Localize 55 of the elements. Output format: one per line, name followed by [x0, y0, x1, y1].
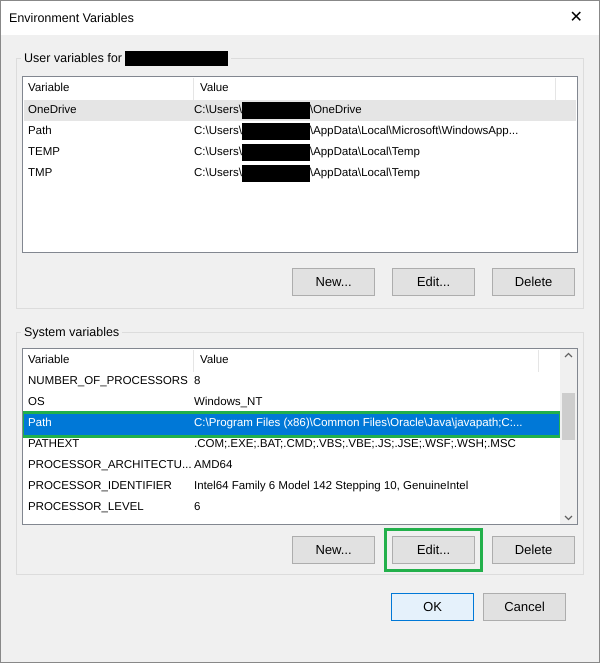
list-row[interactable]: PROCESSOR_LEVEL 6 — [24, 498, 559, 518]
variable-name: Path — [28, 124, 52, 137]
list-row[interactable]: TEMP C:\Users\ \AppData\Local\Temp — [24, 142, 576, 163]
variable-value: \AppData\Local\Temp — [310, 166, 420, 181]
variable-name: PATHEXT — [28, 438, 80, 450]
list-row[interactable]: NUMBER_OF_PROCESSORS 8 — [24, 372, 559, 392]
column-header[interactable]: Variable — [24, 350, 194, 372]
list-row[interactable]: Path C:\Users\ \AppData\Local\Microsoft\WindowsApp... — [24, 120, 576, 142]
dialog-button[interactable]: Delete — [492, 536, 575, 564]
variable-value: Intel64 Family 6 Model 142 Stepping 10, GenuineIntel — [194, 479, 468, 494]
list-row[interactable]: PATHEXT .COM;.EXE;.BAT;.CMD;.VBS;.VBE;.JS;.JSE;.WSF;.WSH;.MSC — [24, 434, 559, 456]
variable-value: C:\Users\ — [194, 166, 242, 181]
dialog-button[interactable]: Edit... — [392, 268, 475, 296]
variable-value: \OneDrive — [310, 102, 362, 118]
variable-name: PROCESSOR_ARCHITECTU... — [28, 459, 192, 472]
variable-value: 6 — [194, 500, 200, 516]
dialog-button[interactable]: OK — [391, 592, 474, 620]
variable-name: PROCESSOR_IDENTIFIER — [28, 480, 172, 492]
list-row[interactable]: OneDrive C:\Users\ \OneDrive — [24, 100, 576, 121]
window-title: Environment Variables — [9, 10, 134, 27]
scrollbar[interactable] — [560, 348, 577, 524]
variable-value: \AppData\Local\Microsoft\WindowsApp... — [310, 124, 518, 139]
variable-value: .COM;.EXE;.BAT;.CMD;.VBS;.VBE;.JS;.JSE;.WSF;.WSH;.MSC — [194, 437, 516, 452]
variable-name: NUMBER_OF_PROCESSORS — [28, 375, 188, 388]
variable-name: TMP — [28, 166, 52, 179]
variable-value: \AppData\Local\Temp — [310, 144, 420, 160]
list-row[interactable]: TMP C:\Users\ \AppData\Local\Temp — [24, 162, 576, 184]
dialog-button[interactable]: Delete — [492, 268, 575, 296]
variable-name: Path — [28, 417, 52, 430]
variable-value: AMD64 — [194, 458, 232, 474]
variable-value: C:\Users\ — [194, 102, 242, 118]
variable-name: PROCESSOR_LEVEL — [28, 501, 144, 514]
dialog-button[interactable]: Edit... — [392, 536, 475, 564]
group-title: System variables — [24, 324, 120, 339]
list-row[interactable]: PROCESSOR_ARCHITECTU... AMD64 — [24, 456, 559, 476]
dialog-button[interactable]: New... — [292, 536, 375, 564]
variable-value: C:\Users\ — [194, 144, 242, 160]
close-button[interactable]: ✕ — [553, 1, 599, 35]
variable-value: Windows_NT — [194, 395, 262, 410]
dialog-button[interactable]: Cancel — [483, 592, 566, 620]
variable-name: OS — [28, 396, 45, 408]
group-title: User variables for — [24, 50, 122, 67]
dialog-button[interactable]: New... — [292, 268, 375, 296]
list-row[interactable]: PROCESSOR_IDENTIFIER Intel64 Family 6 Model 142 Stepping 10, GenuineIntel — [24, 476, 559, 498]
column-header[interactable]: Value — [194, 350, 539, 372]
variable-value: 8 — [194, 374, 200, 390]
variable-value: C:\Program Files (x86)\Common Files\Oracle\Java\javapath;C:... — [194, 416, 522, 432]
scrollbar-thumb[interactable] — [562, 392, 575, 440]
variable-name: OneDrive — [28, 104, 77, 116]
variable-value: C:\Users\ — [194, 124, 242, 139]
list-row[interactable]: OS Windows_NT — [24, 392, 559, 414]
scroll-down-icon[interactable] — [564, 514, 573, 520]
scroll-up-icon[interactable] — [564, 352, 573, 358]
variable-name: TEMP — [28, 146, 60, 158]
list-row[interactable]: Path C:\Program Files (x86)\Common Files\Oracle\Java\javapath;C:... — [24, 414, 559, 434]
